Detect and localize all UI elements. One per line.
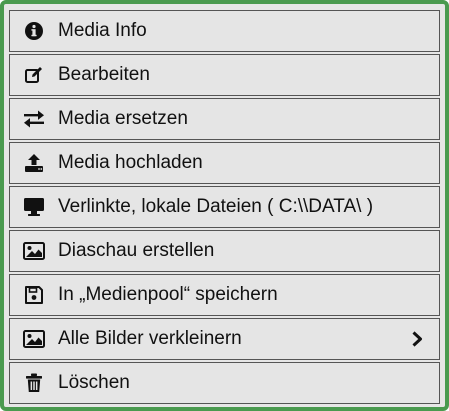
menu-item-label: Media Info [58, 20, 147, 41]
menu-item-label: Verlinkte, lokale Dateien ( C:\\DATA\ ) [58, 196, 374, 217]
menu-item-loeschen[interactable]: Löschen [9, 362, 440, 404]
context-menu: Media Info Bearbeiten Media ersetzen Med… [0, 0, 449, 411]
menu-item-label: Media hochladen [58, 152, 203, 173]
info-circle-icon [23, 20, 45, 42]
menu-item-label: Media ersetzen [58, 108, 188, 129]
edit-icon [23, 64, 45, 86]
menu-item-media-hochladen[interactable]: Media hochladen [9, 142, 440, 184]
menu-item-media-info[interactable]: Media Info [9, 10, 440, 52]
menu-item-label: Löschen [58, 372, 130, 393]
monitor-icon [23, 196, 45, 218]
upload-icon [23, 152, 45, 174]
menu-item-bearbeiten[interactable]: Bearbeiten [9, 54, 440, 96]
menu-item-diaschau-erstellen[interactable]: Diaschau erstellen [9, 230, 440, 272]
menu-item-label: In „Medienpool“ speichern [58, 284, 278, 305]
menu-item-verlinkte-lokale-dateien[interactable]: Verlinkte, lokale Dateien ( C:\\DATA\ ) [9, 186, 440, 228]
chevron-right-icon[interactable] [411, 331, 423, 347]
image-icon [23, 240, 45, 262]
trash-icon [23, 372, 45, 394]
menu-item-alle-bilder-verkleinern[interactable]: Alle Bilder verkleinern [9, 318, 440, 360]
menu-item-in-medienpool-speichern[interactable]: In „Medienpool“ speichern [9, 274, 440, 316]
swap-arrows-icon [23, 108, 45, 130]
menu-item-label: Diaschau erstellen [58, 240, 215, 261]
save-icon [23, 284, 45, 306]
menu-item-media-ersetzen[interactable]: Media ersetzen [9, 98, 440, 140]
menu-item-label: Alle Bilder verkleinern [58, 328, 242, 349]
menu-item-label: Bearbeiten [58, 64, 150, 85]
image-icon [23, 328, 45, 350]
